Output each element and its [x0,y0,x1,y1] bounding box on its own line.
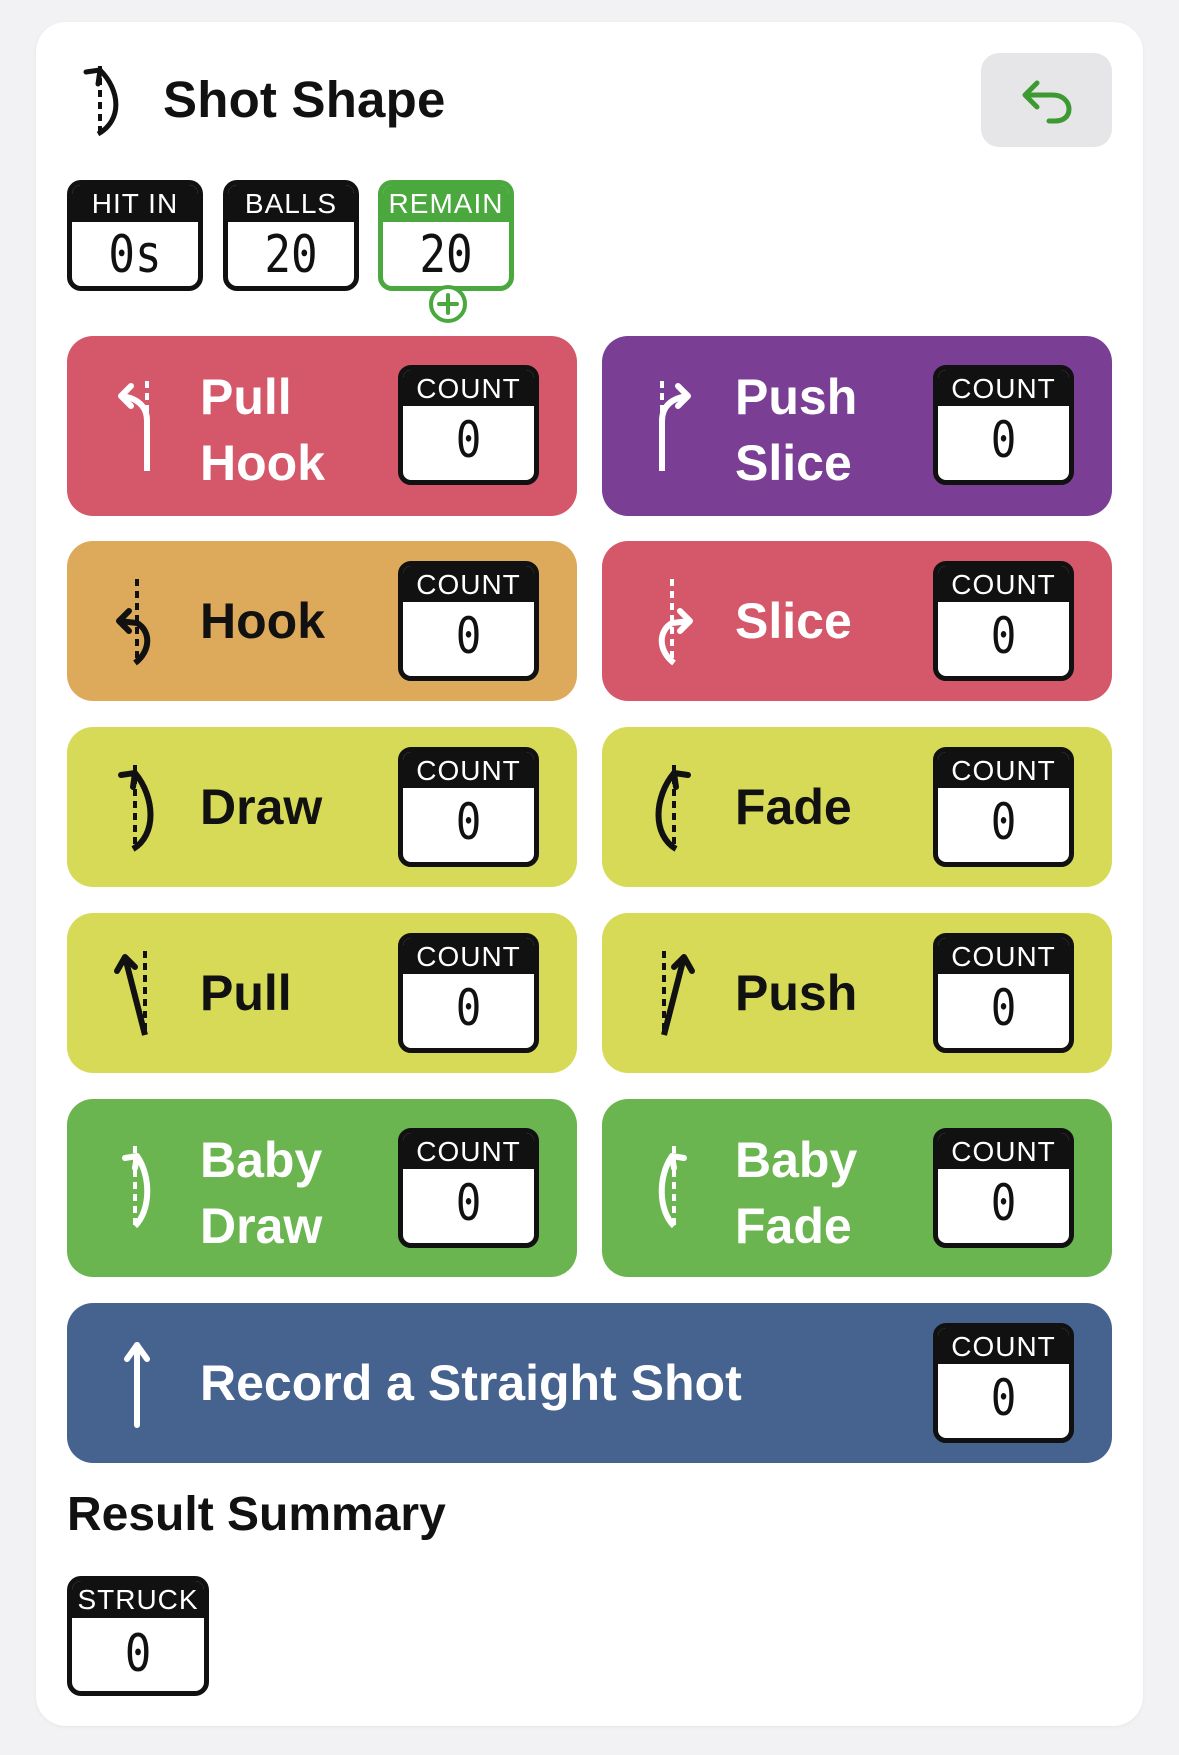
push-slice-line2: Slice [735,435,852,491]
pull-icon [114,951,148,1036]
draw-label: Draw [200,779,323,835]
pull-hook-line1: Pull [200,369,292,425]
pull-count: COUNT 0 [398,933,539,1053]
baby-fade-line2: Fade [735,1198,852,1254]
fade-label: Fade [735,779,852,835]
baby-fade-count: COUNT 0 [933,1128,1074,1248]
count-label: COUNT [938,370,1069,406]
pull-hook-line2: Hook [200,435,325,491]
straight-shot-label: Record a Straight Shot [200,1355,742,1411]
add-balls-button[interactable] [429,285,467,323]
balls-stat: BALLS 20 [223,180,359,291]
hook-label: Hook [200,593,325,649]
push-button[interactable]: Push COUNT 0 [602,913,1112,1073]
count-label: COUNT [403,370,534,406]
count-value: 0 [455,979,482,1037]
count-label: COUNT [938,1328,1069,1364]
draw-count: COUNT 0 [398,747,539,867]
undo-arrow-icon [1022,80,1072,124]
slice-icon [658,579,693,666]
plus-circle-icon [437,293,459,315]
result-summary-title: Result Summary [67,1488,446,1541]
baby-draw-icon [122,1146,151,1230]
draw-button[interactable]: Draw COUNT 0 [67,727,577,887]
page-title: Shot Shape [163,71,446,128]
count-label: COUNT [403,752,534,788]
count-value: 0 [455,793,482,851]
pull-button[interactable]: Pull COUNT 0 [67,913,577,1073]
undo-button[interactable] [981,53,1112,147]
count-value: 0 [455,1174,482,1232]
struck-value: 0 [124,1624,152,1684]
push-slice-line1: Push [735,369,858,425]
draw-shape-icon [83,66,119,137]
push-count: COUNT 0 [933,933,1074,1053]
remain-value: 20 [419,225,473,285]
baby-draw-button[interactable]: Baby Draw COUNT 0 [67,1099,577,1277]
baby-fade-line1: Baby [735,1132,858,1188]
draw-icon [118,765,154,852]
count-value: 0 [455,607,482,665]
hook-button[interactable]: Hook COUNT 0 [67,541,577,701]
count-value: 0 [990,979,1017,1037]
hook-count: COUNT 0 [398,561,539,681]
count-value: 0 [990,607,1017,665]
count-label: COUNT [403,938,534,974]
struck-stat: STRUCK 0 [67,1576,209,1696]
push-label: Push [735,965,858,1021]
count-label: COUNT [938,752,1069,788]
hit-in-label: HIT IN [72,185,198,222]
pull-hook-button[interactable]: Pull Hook COUNT 0 [67,336,577,516]
count-label: COUNT [403,566,534,602]
straight-arrow-icon [124,1342,150,1428]
slice-label: Slice [735,593,852,649]
baby-fade-icon [658,1146,687,1230]
baby-draw-line1: Baby [200,1132,323,1188]
baby-fade-button[interactable]: Baby Fade COUNT 0 [602,1099,1112,1277]
baby-draw-count: COUNT 0 [398,1128,539,1248]
push-icon [661,951,695,1036]
count-label: COUNT [403,1133,534,1169]
count-value: 0 [990,1174,1017,1232]
struck-label: STRUCK [72,1581,204,1618]
count-value: 0 [990,793,1017,851]
fade-button[interactable]: Fade COUNT 0 [602,727,1112,887]
hit-in-stat: HIT IN 0s [67,180,203,291]
balls-value: 20 [264,225,318,285]
straight-count: COUNT 0 [933,1323,1074,1443]
hook-icon [116,579,151,666]
count-value: 0 [990,1369,1017,1427]
push-slice-count: COUNT 0 [933,365,1074,485]
count-value: 0 [990,411,1017,469]
baby-draw-line2: Draw [200,1198,323,1254]
count-label: COUNT [938,938,1069,974]
remain-stat: REMAIN 20 [378,180,514,291]
push-slice-icon [659,381,691,471]
push-slice-button[interactable]: Push Slice COUNT 0 [602,336,1112,516]
count-value: 0 [455,411,482,469]
pull-label: Pull [200,965,292,1021]
fade-count: COUNT 0 [933,747,1074,867]
slice-button[interactable]: Slice COUNT 0 [602,541,1112,701]
slice-count: COUNT 0 [933,561,1074,681]
hit-in-value: 0s [108,225,162,285]
record-straight-shot-button[interactable]: Record a Straight Shot COUNT 0 [67,1303,1112,1463]
pull-hook-icon [118,381,150,471]
count-label: COUNT [938,1133,1069,1169]
remain-label: REMAIN [383,185,509,222]
balls-label: BALLS [228,185,354,222]
pull-hook-count: COUNT 0 [398,365,539,485]
fade-icon [655,765,691,852]
count-label: COUNT [938,566,1069,602]
